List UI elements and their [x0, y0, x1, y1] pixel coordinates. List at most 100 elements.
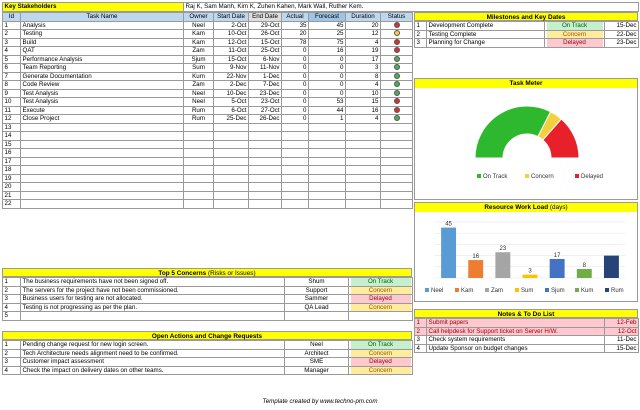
- task-cell-empty[interactable]: [20, 122, 184, 132]
- task-cell-end[interactable]: 1-Dec: [248, 71, 282, 81]
- task-cell-empty[interactable]: [20, 139, 184, 149]
- task-cell-owner[interactable]: Zam: [183, 46, 214, 56]
- task-cell-owner[interactable]: Neel: [183, 20, 214, 30]
- task-cell-empty[interactable]: [183, 156, 214, 166]
- task-cell-start[interactable]: 2-Dec: [213, 80, 249, 90]
- task-cell-start[interactable]: 22-Nov: [213, 71, 249, 81]
- task-cell-empty[interactable]: [308, 190, 346, 200]
- task-cell-name[interactable]: Performance Analysis: [20, 54, 184, 64]
- task-cell-duration[interactable]: 4: [345, 80, 381, 90]
- concern-text[interactable]: [20, 311, 285, 321]
- task-row[interactable]: 12 Close Project Rum 25-Dec 26-Dec 0 1 4: [2, 114, 413, 124]
- task-cell-empty[interactable]: [345, 156, 381, 166]
- task-cell-id[interactable]: 8: [2, 80, 21, 90]
- task-cell-forecast[interactable]: 53: [308, 97, 346, 107]
- concern-row[interactable]: 3 Business users for testing are not allo…: [2, 294, 413, 304]
- task-cell-empty[interactable]: [345, 148, 381, 158]
- action-text[interactable]: Customer impact assessment: [20, 357, 285, 367]
- task-cell-empty[interactable]: [380, 199, 413, 209]
- task-cell-id[interactable]: 13: [2, 122, 21, 132]
- task-cell-empty[interactable]: [308, 122, 346, 132]
- task-cell-name[interactable]: Test Analysis: [20, 88, 184, 98]
- note-text[interactable]: Call helpdesk for Support ticket on Serv…: [426, 326, 605, 336]
- task-cell-empty[interactable]: [345, 190, 381, 200]
- task-cell-id[interactable]: 6: [2, 63, 21, 73]
- task-row-empty[interactable]: 17: [2, 156, 413, 166]
- task-cell-id[interactable]: 15: [2, 139, 21, 149]
- task-cell-end[interactable]: 26-Oct: [248, 29, 282, 39]
- task-cell-empty[interactable]: [248, 122, 282, 132]
- task-cell-id[interactable]: 12: [2, 114, 21, 124]
- action-row[interactable]: 4 Check the impact on delivery dates on o…: [2, 365, 413, 375]
- task-cell-empty[interactable]: [345, 122, 381, 132]
- task-row[interactable]: 5 Performance Analysis Sjum 15-Oct 6-Nov 0 0 17: [2, 54, 413, 64]
- note-row[interactable]: 3 Check system requirements 11-Dec: [414, 335, 639, 345]
- note-row[interactable]: 4 Update Sponsor on budget changes 15-Dec: [414, 343, 639, 353]
- concern-row[interactable]: 4 Testing is not progressing as per the p…: [2, 302, 413, 312]
- task-row-empty[interactable]: 15: [2, 139, 413, 149]
- task-cell-empty[interactable]: [248, 199, 282, 209]
- note-text[interactable]: Submit papers: [426, 318, 605, 328]
- task-cell-empty[interactable]: [213, 173, 249, 183]
- task-cell-empty[interactable]: [20, 156, 184, 166]
- task-cell-id[interactable]: 16: [2, 148, 21, 158]
- task-cell-duration[interactable]: 4: [345, 114, 381, 124]
- action-row[interactable]: 3 Customer impact assessment SME Delayed: [2, 357, 413, 367]
- action-owner[interactable]: Manager: [284, 365, 349, 375]
- note-row[interactable]: 1 Submit papers 12-Feb: [414, 318, 639, 328]
- task-cell-duration[interactable]: 3: [345, 63, 381, 73]
- task-cell-end[interactable]: 23-Dec: [248, 88, 282, 98]
- task-cell-forecast[interactable]: 75: [308, 37, 346, 47]
- task-col-header[interactable]: Actual: [281, 12, 309, 22]
- task-cell-empty[interactable]: [345, 182, 381, 192]
- note-date[interactable]: 12-Feb: [604, 318, 639, 328]
- task-cell-owner[interactable]: Sjum: [183, 54, 214, 64]
- task-cell-empty[interactable]: [183, 122, 214, 132]
- task-row[interactable]: 2 Testing Kam 10-Oct 26-Oct 20 25 12: [2, 29, 413, 39]
- action-owner[interactable]: SME: [284, 357, 349, 367]
- note-text[interactable]: Check system requirements: [426, 335, 605, 345]
- task-cell-empty[interactable]: [213, 199, 249, 209]
- task-cell-empty[interactable]: [183, 173, 214, 183]
- task-cell-actual[interactable]: 0: [281, 63, 309, 73]
- note-date[interactable]: 15-Dec: [604, 343, 639, 353]
- task-cell-empty[interactable]: [345, 199, 381, 209]
- task-cell-empty[interactable]: [20, 148, 184, 158]
- task-row-empty[interactable]: 16: [2, 148, 413, 158]
- task-cell-id[interactable]: 21: [2, 190, 21, 200]
- task-cell-owner[interactable]: Neel: [183, 88, 214, 98]
- task-cell-empty[interactable]: [183, 182, 214, 192]
- concern-row[interactable]: 5: [2, 311, 413, 321]
- task-row-empty[interactable]: 18: [2, 165, 413, 175]
- task-cell-id[interactable]: 9: [2, 88, 21, 98]
- task-cell-empty[interactable]: [213, 131, 249, 141]
- task-cell-name[interactable]: Close Project: [20, 114, 184, 124]
- task-cell-empty[interactable]: [380, 122, 413, 132]
- task-cell-name[interactable]: Test Analysis: [20, 97, 184, 107]
- milestone-date[interactable]: 23-Dec: [604, 38, 639, 48]
- milestone-date[interactable]: 22-Dec: [604, 29, 639, 39]
- task-col-header[interactable]: Owner: [183, 12, 214, 22]
- task-cell-empty[interactable]: [183, 165, 214, 175]
- task-cell-empty[interactable]: [281, 131, 309, 141]
- task-cell-empty[interactable]: [345, 139, 381, 149]
- task-cell-empty[interactable]: [380, 156, 413, 166]
- task-cell-empty[interactable]: [248, 139, 282, 149]
- task-cell-start[interactable]: 5-Oct: [213, 97, 249, 107]
- task-cell-duration[interactable]: 20: [345, 20, 381, 30]
- task-row-empty[interactable]: 21: [2, 190, 413, 200]
- task-cell-actual[interactable]: 0: [281, 71, 309, 81]
- task-cell-forecast[interactable]: 0: [308, 63, 346, 73]
- task-cell-actual[interactable]: 20: [281, 29, 309, 39]
- task-cell-empty[interactable]: [248, 156, 282, 166]
- task-row[interactable]: 9 Test Analysis Neel 10-Dec 23-Dec 0 0 10: [2, 88, 413, 98]
- task-cell-forecast[interactable]: 1: [308, 114, 346, 124]
- task-row[interactable]: 6 Team Reporting Sum 9-Nov 11-Nov 0 0 3: [2, 63, 413, 73]
- task-cell-owner[interactable]: Rum: [183, 114, 214, 124]
- task-cell-empty[interactable]: [281, 156, 309, 166]
- task-col-header[interactable]: End Date: [248, 12, 282, 22]
- task-cell-id[interactable]: 5: [2, 54, 21, 64]
- task-cell-empty[interactable]: [308, 199, 346, 209]
- task-cell-name[interactable]: Testing: [20, 29, 184, 39]
- task-cell-name[interactable]: Analysis: [20, 20, 184, 30]
